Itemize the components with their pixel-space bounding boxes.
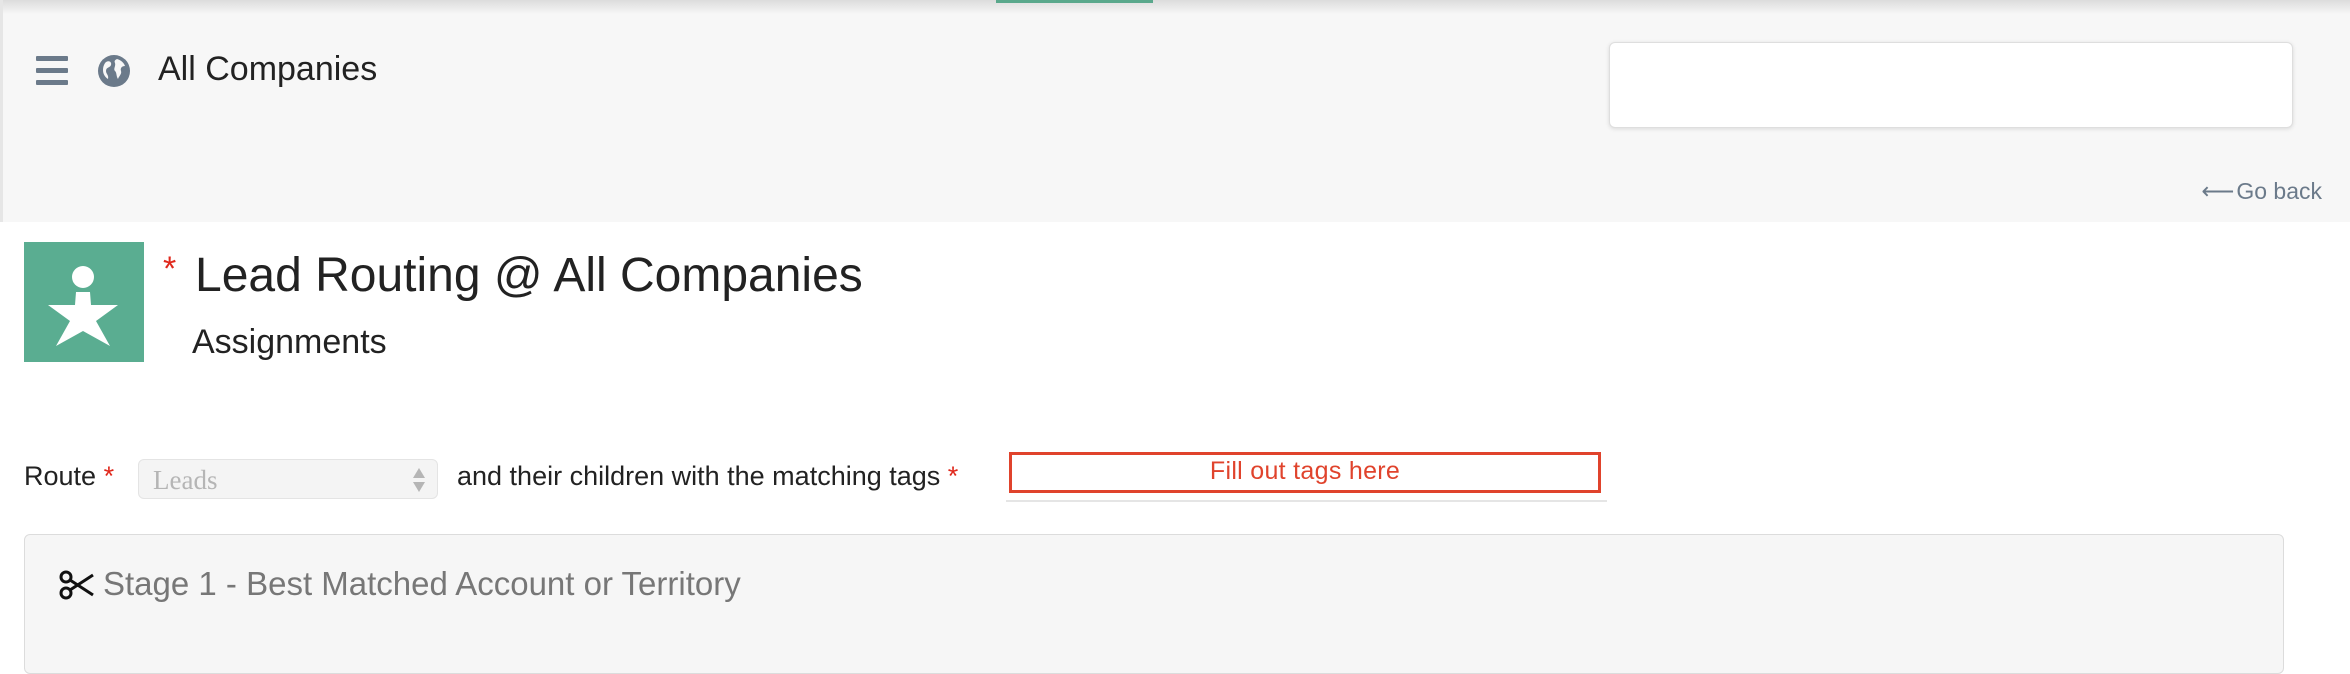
stage-title: Stage 1 - Best Matched Account or Territ…	[103, 565, 741, 602]
go-back-link[interactable]: ⟵Go back	[2201, 178, 2322, 205]
page-subtitle: Assignments	[192, 323, 387, 361]
person-star-icon	[24, 242, 144, 362]
required-indicator: *	[103, 461, 115, 491]
arrow-left-icon: ⟵	[2201, 178, 2235, 204]
scissors-icon	[59, 570, 94, 600]
route-select[interactable]: Leads	[138, 459, 438, 499]
go-back-label: Go back	[2236, 178, 2322, 204]
route-select-value: Leads	[153, 465, 218, 495]
hamburger-menu-icon[interactable]	[36, 56, 68, 86]
tags-input[interactable]: Fill out tags here	[1009, 452, 1601, 493]
page-title: Lead Routing @ All Companies	[195, 249, 863, 302]
search-input[interactable]	[1609, 42, 2293, 128]
globe-icon[interactable]	[97, 54, 131, 88]
stage-panel[interactable]: Stage 1 - Best Matched Account or Territ…	[24, 534, 2284, 674]
route-label-text: Route	[24, 461, 97, 491]
tags-underline	[1006, 500, 1607, 502]
route-label: Route *	[24, 461, 114, 492]
top-header: All Companies ⟵Go back	[0, 0, 2350, 222]
active-indicator	[996, 0, 1153, 3]
matching-tags-text: and their children with the matching tag…	[457, 461, 941, 491]
required-indicator: *	[163, 250, 177, 288]
matching-tags-label: and their children with the matching tag…	[457, 461, 958, 492]
header-shadow	[3, 0, 2350, 14]
required-indicator: *	[947, 461, 959, 491]
select-arrows-icon	[413, 468, 425, 492]
app-title: All Companies	[158, 50, 378, 88]
